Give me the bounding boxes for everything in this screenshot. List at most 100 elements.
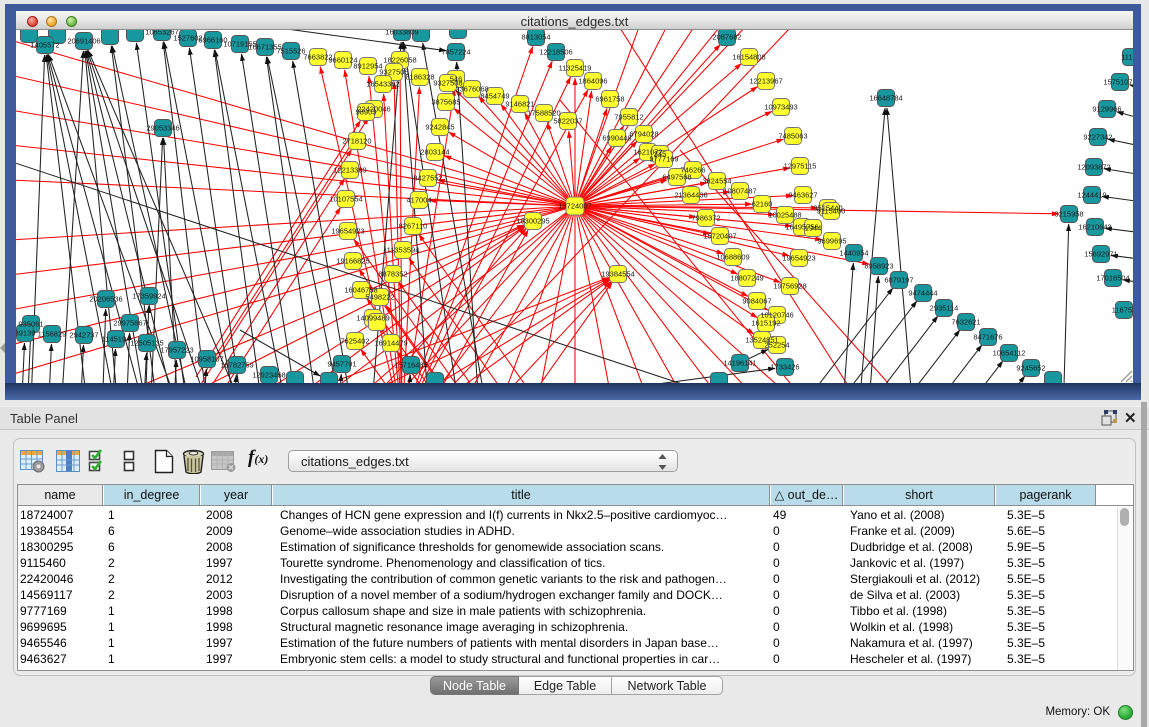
svg-text:11353594: 11353594 <box>387 246 420 255</box>
svg-text:1944: 1944 <box>805 224 822 233</box>
svg-text:29975867: 29975867 <box>113 319 146 328</box>
svg-text:62160: 62160 <box>752 200 773 209</box>
svg-text:2087682: 2087682 <box>712 33 741 42</box>
svg-text:18807249: 18807249 <box>730 274 763 283</box>
svg-text:9129966: 9129966 <box>1092 105 1121 114</box>
svg-text:6497568: 6497568 <box>662 173 691 182</box>
svg-text:3824554: 3824554 <box>702 177 731 186</box>
svg-text:6961758: 6961758 <box>595 95 624 104</box>
svg-text:11173: 11173 <box>1121 53 1133 62</box>
svg-text:935061: 935061 <box>18 320 43 329</box>
svg-text:9457791: 9457791 <box>327 360 356 369</box>
svg-text:15751074: 15751074 <box>1103 78 1133 87</box>
svg-text:1156829: 1156829 <box>38 330 67 339</box>
svg-text:8427552: 8427552 <box>413 174 442 183</box>
svg-text:6879197: 6879197 <box>884 276 913 285</box>
svg-text:2935114: 2935114 <box>930 304 959 313</box>
svg-text:14196141: 14196141 <box>723 359 756 368</box>
svg-text:12218506: 12218506 <box>539 48 572 57</box>
svg-text:8186328: 8186328 <box>405 73 434 82</box>
svg-text:19654923: 19654923 <box>782 254 815 263</box>
svg-text:19384554: 19384554 <box>601 270 634 279</box>
svg-text:16033809: 16033809 <box>385 30 418 37</box>
svg-text:6794028: 6794028 <box>629 130 658 139</box>
svg-text:12923468: 12923468 <box>252 371 285 380</box>
svg-text:9242845: 9242845 <box>425 123 454 132</box>
svg-text:15716485: 15716485 <box>394 361 427 370</box>
svg-text:7625402: 7625402 <box>340 337 369 346</box>
svg-text:252254: 252254 <box>764 341 789 350</box>
svg-text:18300295: 18300295 <box>516 217 549 226</box>
svg-text:9327506: 9327506 <box>379 68 408 77</box>
svg-text:29053346: 29053346 <box>146 124 179 133</box>
svg-text:11325419: 11325419 <box>559 64 592 73</box>
svg-text:8878352: 8878352 <box>378 270 407 279</box>
svg-text:17016504: 17016504 <box>1096 274 1129 283</box>
svg-text:12505135: 12505135 <box>130 339 163 348</box>
svg-text:9463627: 9463627 <box>788 191 817 200</box>
svg-text:1733426: 1733426 <box>770 363 799 372</box>
svg-text:9474444: 9474444 <box>908 289 937 298</box>
svg-text:14099489: 14099489 <box>356 314 389 323</box>
svg-text:12213967: 12213967 <box>749 77 782 86</box>
svg-text:18724007: 18724007 <box>558 202 591 211</box>
svg-text:17957223: 17957223 <box>160 346 193 355</box>
svg-text:10654112: 10654112 <box>993 349 1026 358</box>
svg-text:116753: 116753 <box>1112 306 1133 315</box>
svg-text:98903: 98903 <box>356 108 377 117</box>
svg-text:9115460: 9115460 <box>817 207 846 216</box>
svg-text:16543362: 16543362 <box>366 80 399 89</box>
svg-text:8958923: 8958923 <box>864 262 893 271</box>
svg-text:1405572: 1405572 <box>30 41 59 50</box>
svg-text:9699695: 9699695 <box>817 237 846 246</box>
svg-text:10688609: 10688609 <box>716 253 749 262</box>
svg-text:2718120: 2718120 <box>342 137 371 146</box>
svg-text:7515526: 7515526 <box>276 47 305 56</box>
svg-text:10807487: 10807487 <box>723 187 756 196</box>
svg-text:3875685: 3875685 <box>431 98 460 107</box>
svg-text:1864096: 1864096 <box>578 77 607 86</box>
svg-text:12213389: 12213389 <box>333 166 366 175</box>
svg-text:7632621: 7632621 <box>951 318 980 327</box>
svg-text:39139: 39139 <box>16 329 35 338</box>
svg-text:7857224: 7857224 <box>441 48 470 57</box>
svg-text:16782759: 16782759 <box>220 361 253 370</box>
svg-text:10025488: 10025488 <box>768 211 801 220</box>
svg-text:19166825: 19166825 <box>336 257 369 266</box>
svg-text:2942737: 2942737 <box>69 331 98 340</box>
svg-text:20206536: 20206536 <box>89 295 122 304</box>
svg-text:12975115: 12975115 <box>784 162 817 171</box>
svg-text:10107554: 10107554 <box>329 195 362 204</box>
svg-text:19756928: 19756928 <box>773 282 806 291</box>
svg-text:18226058: 18226058 <box>383 56 416 65</box>
svg-text:8471676: 8471676 <box>973 333 1002 342</box>
svg-text:1145194: 1145194 <box>102 335 131 344</box>
svg-text:5822037: 5822037 <box>553 117 582 126</box>
svg-text:5498222: 5498222 <box>365 293 394 302</box>
svg-text:8267110: 8267110 <box>399 222 428 231</box>
svg-text:12093872: 12093872 <box>1077 163 1110 172</box>
svg-text:8813054: 8813054 <box>521 33 550 42</box>
svg-text:16210643: 16210643 <box>1078 223 1111 232</box>
svg-text:7986372: 7986372 <box>691 214 720 223</box>
svg-text:15720407: 15720407 <box>703 232 736 241</box>
svg-text:2803144: 2803144 <box>420 148 449 157</box>
svg-text:9227342: 9227342 <box>1083 133 1112 142</box>
svg-text:17359924: 17359924 <box>132 292 165 301</box>
svg-text:10973493: 10973493 <box>764 103 797 112</box>
svg-text:417004: 417004 <box>406 196 431 205</box>
svg-text:16154808: 16154808 <box>732 53 765 62</box>
svg-text:15692971: 15692971 <box>1084 250 1117 259</box>
svg-text:9777169: 9777169 <box>649 155 678 164</box>
svg-text:16914479: 16914479 <box>374 339 407 348</box>
svg-text:3215958: 3215958 <box>1054 210 1083 219</box>
svg-text:6990448: 6990448 <box>602 134 631 143</box>
svg-text:16648784: 16648784 <box>869 94 902 103</box>
svg-text:9146821: 9146821 <box>505 100 534 109</box>
svg-text:21364436: 21364436 <box>674 191 707 200</box>
svg-text:7485063: 7485063 <box>778 132 807 141</box>
svg-text:1440954: 1440954 <box>839 249 868 258</box>
svg-text:20691406: 20691406 <box>67 37 100 46</box>
svg-text:7955812: 7955812 <box>614 113 643 122</box>
svg-text:9084067: 9084067 <box>742 297 771 306</box>
